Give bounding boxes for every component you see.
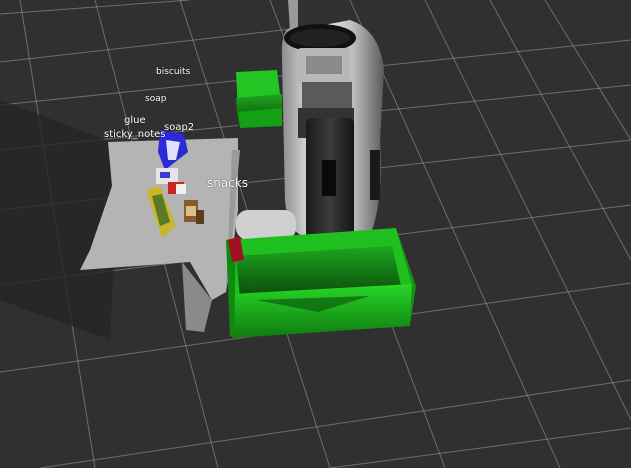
scene-canvas[interactable] xyxy=(0,0,631,468)
bin-left xyxy=(236,70,282,128)
object-label-sticky-notes: sticky_notes xyxy=(104,129,166,140)
rviz-3d-viewport[interactable]: biscuits soap glue sticky_notes soap2 sn… xyxy=(0,0,631,468)
object-label-soap: soap xyxy=(145,94,167,104)
object-label-glue: glue xyxy=(124,115,146,126)
object-label-biscuits: biscuits xyxy=(156,67,191,77)
object-label-snacks: snacks xyxy=(207,176,249,190)
object-label-soap2: soap2 xyxy=(164,122,195,133)
bin-front xyxy=(226,228,416,338)
